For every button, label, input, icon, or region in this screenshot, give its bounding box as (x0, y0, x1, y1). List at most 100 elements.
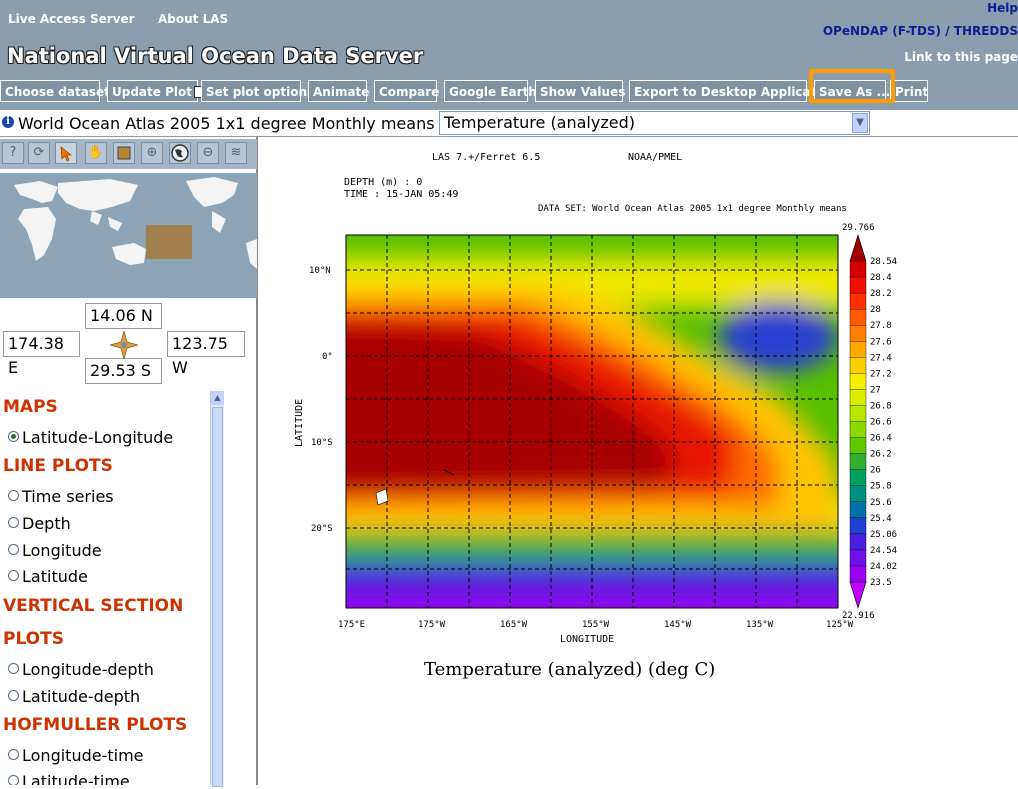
colorbar-tick-label: 25.6 (870, 498, 892, 508)
option-longitude[interactable]: Longitude (8, 541, 102, 560)
option-latitude-time[interactable]: Latitude-time (8, 772, 130, 785)
plot-type-scrollbar[interactable]: ▲ (210, 391, 224, 787)
radio-icon[interactable] (8, 570, 19, 581)
section-plots: PLOTS (3, 629, 64, 649)
colorbar-swatch (849, 276, 867, 294)
scroll-up-icon[interactable]: ▲ (211, 391, 224, 405)
section-maps: MAPS (3, 397, 58, 417)
animate-button[interactable]: Animate (308, 80, 369, 102)
google-earth-button[interactable]: Google Earth (444, 80, 537, 102)
colorbar-tick-label: 27 (870, 385, 881, 395)
option-time-series[interactable]: Time series (8, 487, 114, 506)
colorbar-tick-label: 25.06 (870, 530, 897, 540)
radio-icon[interactable] (8, 749, 19, 760)
colorbar-swatch (849, 260, 867, 278)
west-coordinate-input[interactable]: 174.38 E (3, 331, 80, 377)
chevron-down-icon[interactable]: ▼ (852, 113, 868, 133)
radio-icon[interactable] (8, 544, 19, 555)
colorbar-swatch (849, 421, 867, 439)
radio-icon[interactable] (8, 775, 19, 785)
option-longitude-depth[interactable]: Longitude-depth (8, 660, 154, 679)
link-to-this-page[interactable]: Link to this page (904, 50, 1018, 64)
variable-select[interactable]: Temperature (analyzed) ▼ (439, 111, 870, 135)
left-panel: ? ⟳ ✋ ⊕ ⊖ ≋ 14.06 N 174.38 E 123.75 W 29… (0, 136, 258, 787)
colorbar-swatch (849, 437, 867, 455)
colorbar-swatch (849, 357, 867, 375)
plot-header-las: LAS 7.+/Ferret 6.5 (432, 152, 540, 163)
scrollbar-thumb[interactable] (212, 407, 223, 787)
update-plot-button[interactable]: Update Plot (107, 80, 206, 102)
north-coordinate-input[interactable]: 14.06 N (85, 303, 162, 329)
colorbar-tick-label: 28 (870, 305, 881, 315)
select-arrow-icon[interactable] (55, 142, 77, 164)
y-tick-label: 10°N (309, 266, 331, 276)
zoom-in-icon[interactable]: ⊕ (141, 142, 163, 164)
colorbar-swatch (849, 533, 867, 551)
radio-icon[interactable] (8, 663, 19, 674)
colorbar-swatch (849, 405, 867, 423)
plot-header-noaa: NOAA/PMEL (628, 152, 682, 163)
section-hofmuller-plots: HOFMULLER PLOTS (3, 715, 188, 735)
radio-icon[interactable] (8, 517, 19, 528)
option-latitude-depth[interactable]: Latitude-depth (8, 687, 140, 706)
region-map[interactable] (0, 173, 257, 298)
colorbar-swatch (849, 453, 867, 471)
colorbar-swatch (849, 565, 867, 583)
layers-icon[interactable]: ≋ (225, 142, 247, 164)
select-box-icon[interactable] (113, 142, 135, 164)
colorbar-tick-label: 26 (870, 466, 881, 476)
site-title: National Virtual Ocean Data Server (7, 44, 424, 68)
info-icon[interactable]: i (2, 116, 14, 128)
heatmap-field (346, 235, 838, 608)
east-coordinate-input[interactable]: 123.75 W (167, 331, 245, 377)
radio-icon[interactable] (8, 431, 19, 442)
set-plot-options-button[interactable]: Set plot options (201, 80, 314, 102)
update-plot-label: Update Plot (112, 85, 192, 99)
colorbar-swatch (849, 389, 867, 407)
colorbar-tick-label: 26.6 (870, 418, 892, 428)
zoom-out-icon[interactable]: ⊖ (197, 142, 219, 164)
variable-select-value: Temperature (analyzed) (444, 113, 635, 132)
colorbar-swatch (849, 517, 867, 535)
selected-region-box[interactable] (146, 225, 192, 259)
south-coordinate-input[interactable]: 29.53 S (85, 358, 162, 384)
compass-icon (110, 331, 138, 359)
x-tick-label: 125°W (826, 620, 854, 630)
colorbar-tick-label: 26.8 (870, 401, 892, 411)
option-latitude[interactable]: Latitude (8, 567, 88, 586)
print-button[interactable]: Print (890, 80, 928, 102)
colorbar-tick-label: 26.2 (870, 450, 892, 460)
colorbar-tick-label: 27.6 (870, 337, 892, 347)
globe-icon[interactable] (169, 142, 191, 164)
help-link[interactable]: Help (987, 1, 1018, 15)
compare-button[interactable]: Compare (374, 80, 439, 102)
option-latitude-longitude[interactable]: Latitude-Longitude (8, 428, 173, 447)
colorbar-tick-label: 23.5 (870, 578, 892, 588)
nav-live-access-server[interactable]: Live Access Server (8, 12, 135, 26)
show-values-button[interactable]: Show Values (535, 80, 625, 102)
colorbar-tick-label: 24.02 (870, 562, 897, 572)
refresh-icon[interactable]: ⟳ (28, 142, 50, 164)
option-longitude-time[interactable]: Longitude-time (8, 746, 144, 765)
export-desktop-button[interactable]: Export to Desktop Application (629, 80, 837, 102)
colorbar-swatch (849, 549, 867, 567)
temperature-plot: LAS 7.+/Ferret 6.5 NOAA/PMEL DEPTH (m) :… (294, 152, 897, 680)
help-icon[interactable]: ? (2, 142, 24, 164)
section-line-plots: LINE PLOTS (3, 456, 113, 476)
nav-about-las[interactable]: About LAS (158, 12, 228, 26)
choose-dataset-button[interactable]: Choose dataset (0, 80, 110, 102)
x-tick-label: 145°W (664, 620, 692, 630)
plot-caption: Temperature (analyzed) (deg C) (424, 659, 715, 680)
option-depth[interactable]: Depth (8, 514, 71, 533)
y-tick-label: 0° (322, 352, 333, 362)
x-tick-label: 175°W (418, 620, 446, 630)
map-toolbar: ? ⟳ ✋ ⊕ ⊖ ≋ (0, 139, 257, 169)
radio-icon[interactable] (8, 690, 19, 701)
y-axis: 10°N 0° 10°S 20°S LATITUDE (294, 266, 333, 534)
radio-icon[interactable] (8, 490, 19, 501)
colorbar-tick-label: 25.4 (870, 514, 892, 524)
pan-hand-icon[interactable]: ✋ (85, 142, 107, 164)
colorbar-swatch (849, 581, 867, 610)
opendap-thredds-link[interactable]: OPeNDAP (F-TDS) / THREDDS (823, 24, 1018, 38)
plot-area: LAS 7.+/Ferret 6.5 NOAA/PMEL DEPTH (m) :… (258, 137, 1018, 785)
